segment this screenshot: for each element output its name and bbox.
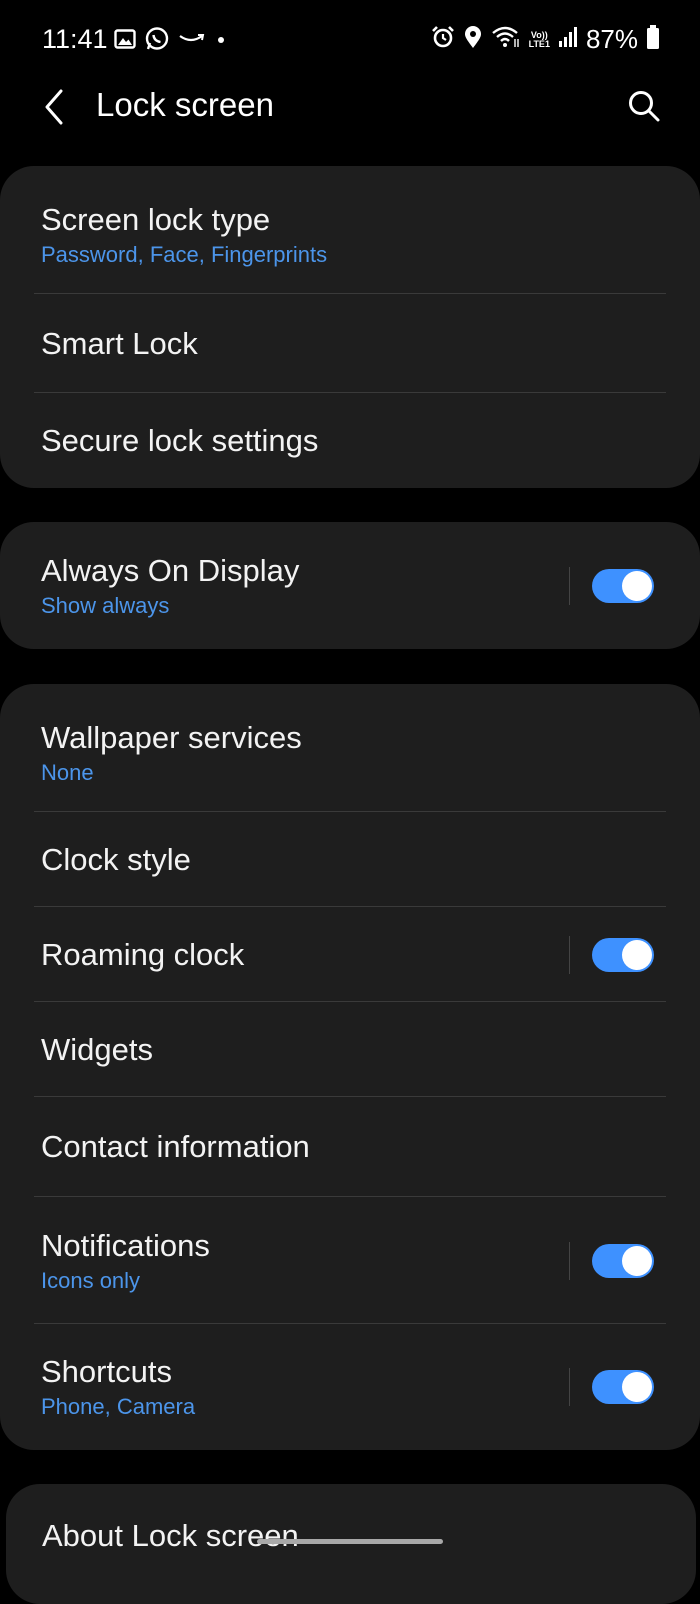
setting-subtitle: None [41, 760, 94, 785]
toggle-knob [622, 939, 652, 970]
signal-icon [558, 26, 578, 53]
toggle-container [569, 1241, 654, 1280]
notifications-toggle[interactable] [592, 1243, 654, 1278]
toggle-separator [569, 1368, 570, 1406]
gesture-handle[interactable] [257, 1539, 443, 1544]
setting-secure-lock[interactable]: Secure lock settings [0, 393, 700, 488]
battery-icon [646, 24, 660, 55]
setting-title: Clock style [41, 841, 191, 877]
toggle-separator [569, 1241, 570, 1280]
setting-title: Widgets [41, 1031, 153, 1067]
notification-icons [114, 26, 228, 57]
setting-wallpaper-services[interactable]: Wallpaper services None [0, 684, 700, 812]
setting-roaming-clock[interactable]: Roaming clock [0, 907, 700, 1002]
image-icon [114, 28, 136, 55]
search-icon[interactable] [624, 86, 664, 126]
toggle-container [569, 1368, 654, 1406]
aod-card: Always On Display Show always [0, 522, 700, 649]
setting-always-on-display[interactable]: Always On Display Show always [0, 522, 700, 649]
setting-notifications[interactable]: Notifications Icons only [0, 1197, 700, 1324]
setting-title: Secure lock settings [41, 422, 319, 458]
volte-icon: Vo)) LTE1 [528, 30, 550, 49]
toggle-container [569, 566, 654, 605]
setting-smart-lock[interactable]: Smart Lock [0, 294, 700, 393]
setting-contact-information[interactable]: Contact information [0, 1097, 700, 1197]
shortcuts-toggle[interactable] [592, 1370, 654, 1404]
about-card: About Lock screen [6, 1484, 696, 1604]
alarm-icon [431, 25, 455, 54]
security-card: Screen lock type Password, Face, Fingerp… [0, 166, 700, 488]
amazon-icon [178, 32, 206, 51]
setting-screen-lock-type[interactable]: Screen lock type Password, Face, Fingerp… [0, 166, 700, 294]
location-icon [463, 25, 483, 54]
app-bar: Lock screen [0, 80, 700, 140]
status-bar: 11:41 Vo)) LTE1 87% [0, 0, 700, 80]
aod-toggle[interactable] [592, 568, 654, 603]
dot-icon [214, 32, 228, 51]
setting-title: Wallpaper services [41, 720, 302, 755]
toggle-separator [569, 566, 570, 605]
wifi-icon [491, 25, 521, 54]
setting-shortcuts[interactable]: Shortcuts Phone, Camera [0, 1324, 700, 1450]
setting-widgets[interactable]: Widgets [0, 1002, 700, 1097]
setting-title: Contact information [41, 1129, 310, 1164]
setting-subtitle: Password, Face, Fingerprints [41, 242, 328, 267]
setting-title: Screen lock type [41, 202, 271, 237]
toggle-container [569, 935, 654, 974]
toggle-separator [569, 935, 570, 974]
lte-label: LTE1 [528, 38, 550, 49]
toggle-knob [622, 1245, 652, 1276]
whatsapp-icon [144, 26, 170, 57]
setting-clock-style[interactable]: Clock style [0, 812, 700, 907]
status-time: 11:41 [42, 24, 108, 54]
toggle-knob [622, 570, 652, 601]
customize-card: Wallpaper services None Clock style Roam… [0, 684, 700, 1450]
setting-title: Smart Lock [41, 325, 198, 361]
battery-percent: 87% [585, 24, 638, 54]
chevron-left-icon[interactable] [36, 85, 72, 129]
roaming-clock-toggle[interactable] [592, 937, 654, 972]
toggle-knob [622, 1372, 652, 1402]
system-status-icons: Vo)) LTE1 87% [431, 24, 660, 55]
page-title: Lock screen [96, 86, 274, 123]
setting-about-lock-screen[interactable]: About Lock screen [42, 1518, 299, 1554]
